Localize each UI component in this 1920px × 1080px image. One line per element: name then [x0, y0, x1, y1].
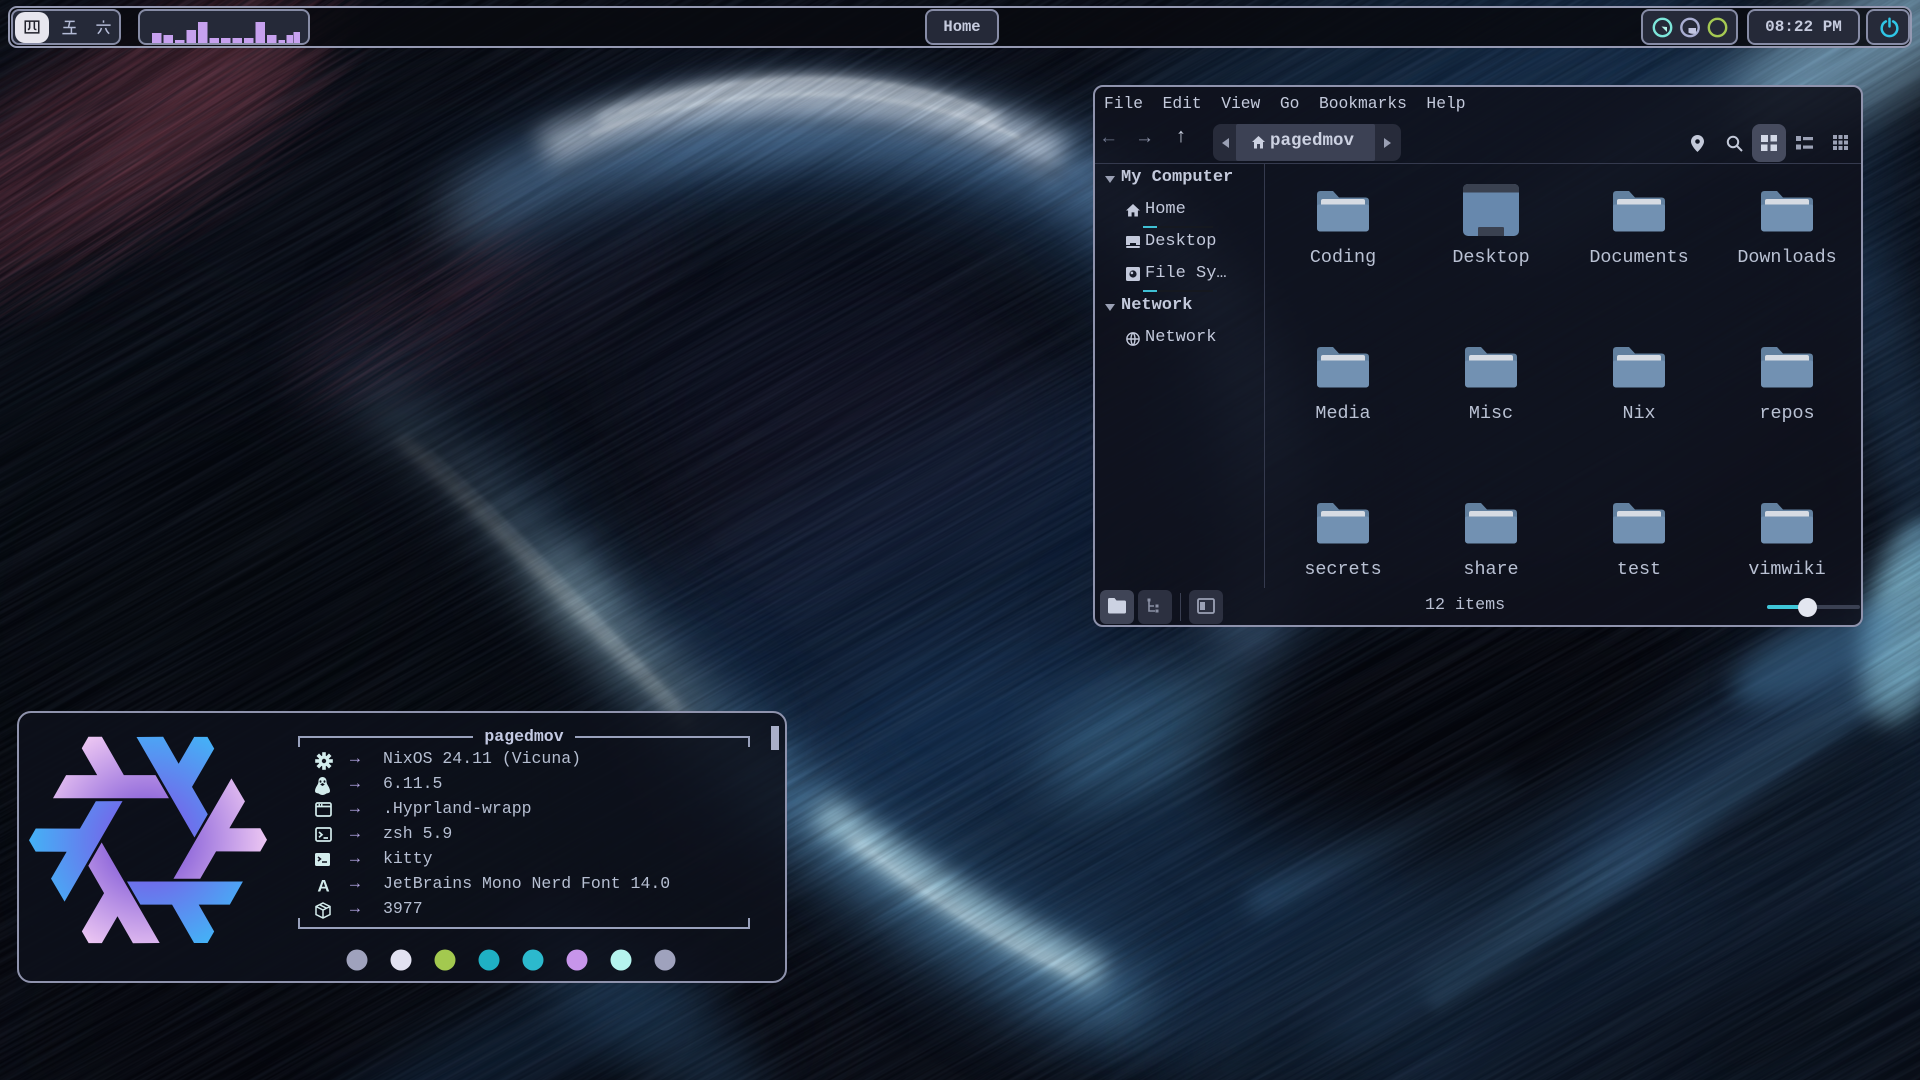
svg-text:A: A [317, 877, 329, 894]
